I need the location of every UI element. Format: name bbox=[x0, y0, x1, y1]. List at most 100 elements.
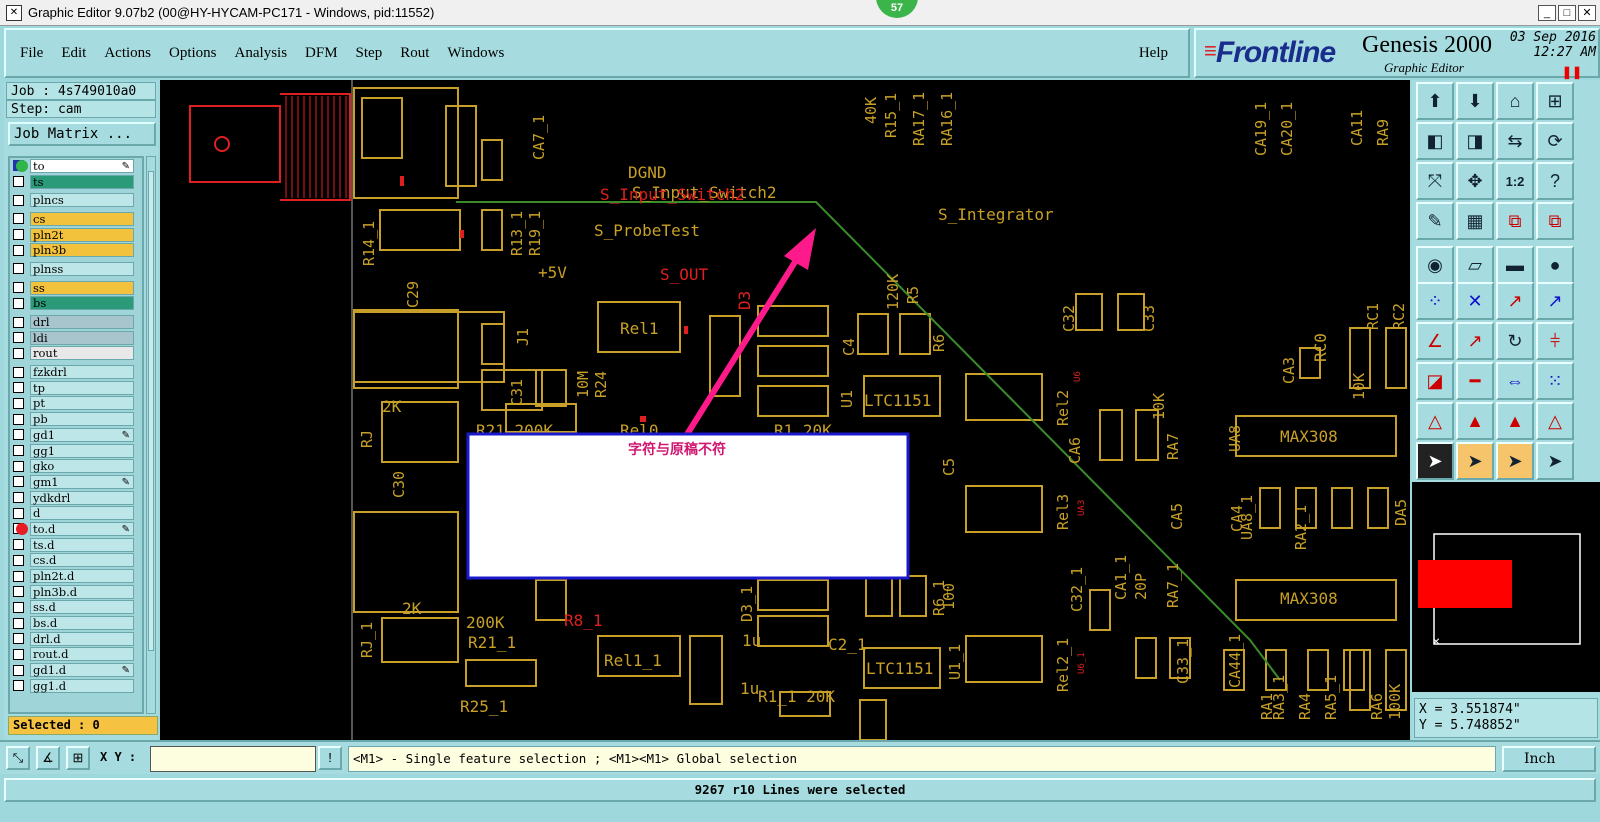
layer-name[interactable]: gg1.d bbox=[30, 678, 134, 693]
layer-checkbox[interactable] bbox=[13, 648, 24, 660]
pause-icon[interactable]: ❚❚ bbox=[1562, 65, 1582, 79]
select-box-icon[interactable]: ➤ bbox=[1456, 442, 1494, 480]
pan-right-icon[interactable]: ◨ bbox=[1456, 122, 1494, 160]
shape-icon[interactable]: ▱ bbox=[1456, 246, 1494, 284]
scrollbar-thumb[interactable] bbox=[148, 171, 154, 651]
triangle-up-icon[interactable]: ▲ bbox=[1456, 402, 1494, 440]
layer-checkbox[interactable] bbox=[13, 586, 24, 598]
grid-snap-icon[interactable]: ⊞ bbox=[66, 746, 90, 770]
slope-add-icon[interactable]: ↗ bbox=[1456, 322, 1494, 360]
layer-checkbox[interactable] bbox=[13, 539, 24, 551]
alert-icon[interactable]: ! bbox=[318, 746, 342, 770]
layer-name[interactable]: ydkdrl bbox=[30, 490, 134, 505]
layer-checkbox[interactable] bbox=[13, 316, 24, 328]
layer-name[interactable]: rout.d bbox=[30, 647, 134, 662]
layer-row[interactable]: tp bbox=[10, 380, 142, 396]
layer-row[interactable]: d bbox=[10, 505, 142, 521]
rotate-icon[interactable]: ↻ bbox=[1496, 322, 1534, 360]
layer-name[interactable]: tp bbox=[30, 380, 134, 395]
layer-name[interactable]: ss bbox=[30, 280, 134, 295]
net-highlight-icon[interactable]: ⧉ bbox=[1496, 202, 1534, 240]
layer-name[interactable]: fzkdrl bbox=[30, 365, 134, 380]
overview-minimap[interactable]: ✕ bbox=[1412, 482, 1600, 692]
layer-checkbox[interactable] bbox=[13, 347, 24, 359]
layer-checkbox[interactable] bbox=[13, 397, 24, 409]
pan-left-icon[interactable]: ◧ bbox=[1416, 122, 1454, 160]
layer-checkbox[interactable] bbox=[13, 366, 24, 378]
layer-row[interactable]: drl bbox=[10, 314, 142, 330]
layer-row[interactable]: pt bbox=[10, 396, 142, 412]
fit-icon[interactable]: ⤧ bbox=[1416, 162, 1454, 200]
layer-name[interactable]: gd1.d ✎ bbox=[30, 663, 134, 678]
scale-1-2-icon[interactable]: 1:2 bbox=[1496, 162, 1534, 200]
layer-row[interactable]: pln2t bbox=[10, 227, 142, 243]
layer-name[interactable]: rout bbox=[30, 346, 134, 361]
layer-name[interactable]: ts.d bbox=[30, 537, 134, 552]
layer-row[interactable]: ldi bbox=[10, 330, 142, 346]
layer-row[interactable]: gko bbox=[10, 458, 142, 474]
net-list-icon[interactable]: ⧉ bbox=[1536, 202, 1574, 240]
line-icon[interactable]: ↗ bbox=[1496, 282, 1534, 320]
layer-row[interactable]: fzkdrl bbox=[10, 364, 142, 380]
layer-row[interactable]: plncs bbox=[10, 192, 142, 208]
layer-checkbox[interactable] bbox=[13, 429, 24, 441]
align-icon[interactable]: ⇔ bbox=[1496, 362, 1534, 400]
slope-icon[interactable]: ∠ bbox=[1416, 322, 1454, 360]
triangle-move-icon[interactable]: △ bbox=[1536, 402, 1574, 440]
menu-windows[interactable]: Windows bbox=[447, 45, 504, 62]
pcb-view[interactable]: DGND S_Input_Switch2 S_Integrator S_Prob… bbox=[160, 80, 1410, 740]
layer-row[interactable]: gd1.d ✎ bbox=[10, 662, 142, 678]
layer-checkbox[interactable] bbox=[13, 633, 24, 645]
layer-name[interactable]: pln3b.d bbox=[30, 584, 134, 599]
layer-checkbox[interactable] bbox=[13, 476, 24, 488]
layer-name[interactable]: gko bbox=[30, 459, 134, 474]
layer-checkbox[interactable] bbox=[13, 194, 24, 206]
layer-name[interactable]: cs.d bbox=[30, 553, 134, 568]
layer-row[interactable]: drl.d bbox=[10, 631, 142, 647]
layer-row[interactable]: pb bbox=[10, 411, 142, 427]
menu-file[interactable]: File bbox=[20, 45, 43, 62]
layer-checkbox[interactable] bbox=[13, 664, 24, 676]
graphic-canvas[interactable]: DGND S_Input_Switch2 S_Integrator S_Prob… bbox=[160, 80, 1410, 740]
layer-name[interactable]: plnss bbox=[30, 261, 134, 276]
job-matrix-button[interactable]: Job Matrix ... bbox=[8, 122, 156, 146]
zoom-window-icon[interactable]: ⊞ bbox=[1536, 82, 1574, 120]
layer-checkbox[interactable] bbox=[13, 382, 24, 394]
minimap-view[interactable]: ✕ bbox=[1412, 482, 1600, 692]
measure-icon[interactable]: ▬ bbox=[1496, 246, 1534, 284]
unit-selector[interactable]: Inch bbox=[1502, 746, 1596, 772]
grid-icon[interactable]: ▦ bbox=[1456, 202, 1494, 240]
layer-checkbox[interactable] bbox=[13, 460, 24, 472]
layer-name[interactable]: drl bbox=[30, 315, 134, 330]
layer-row[interactable]: gm1 ✎ bbox=[10, 474, 142, 490]
layer-checkbox[interactable] bbox=[13, 297, 24, 309]
cross-icon[interactable]: ✕ bbox=[1456, 282, 1494, 320]
break-icon[interactable]: ◪ bbox=[1416, 362, 1454, 400]
layer-checkbox[interactable] bbox=[13, 244, 24, 256]
layer-name[interactable]: pt bbox=[30, 396, 134, 411]
triangle-fill-icon[interactable]: ▲ bbox=[1496, 402, 1534, 440]
menu-help[interactable]: Help bbox=[1139, 45, 1168, 62]
layer-checkbox[interactable] bbox=[13, 282, 24, 294]
layer-checkbox[interactable] bbox=[13, 445, 24, 457]
layer-name[interactable]: pln2t bbox=[30, 227, 134, 242]
zoom-out-icon[interactable]: ⬇ bbox=[1456, 82, 1494, 120]
layer-checkbox[interactable] bbox=[13, 492, 24, 504]
select-multi-icon[interactable]: ➤ bbox=[1536, 442, 1574, 480]
layer-row[interactable]: cs bbox=[10, 211, 142, 227]
menu-rout[interactable]: Rout bbox=[400, 45, 429, 62]
layer-checkbox[interactable] bbox=[13, 332, 24, 344]
layer-row[interactable]: rout bbox=[10, 346, 142, 362]
layer-checkbox[interactable] bbox=[13, 176, 24, 188]
layer-name[interactable]: gg1 bbox=[30, 443, 134, 458]
layer-name[interactable]: ldi bbox=[30, 330, 134, 345]
layer-row[interactable]: ts.d bbox=[10, 537, 142, 553]
layer-name[interactable]: to.d ✎ bbox=[30, 521, 134, 536]
layer-checkbox[interactable] bbox=[13, 554, 24, 566]
layer-row[interactable]: cs.d bbox=[10, 553, 142, 569]
center-icon[interactable]: ✥ bbox=[1456, 162, 1494, 200]
layer-name[interactable]: gd1 ✎ bbox=[30, 427, 134, 442]
maximize-icon[interactable]: □ bbox=[1558, 4, 1576, 21]
menu-analysis[interactable]: Analysis bbox=[235, 45, 288, 62]
close-icon[interactable]: ✕ bbox=[1578, 4, 1596, 21]
